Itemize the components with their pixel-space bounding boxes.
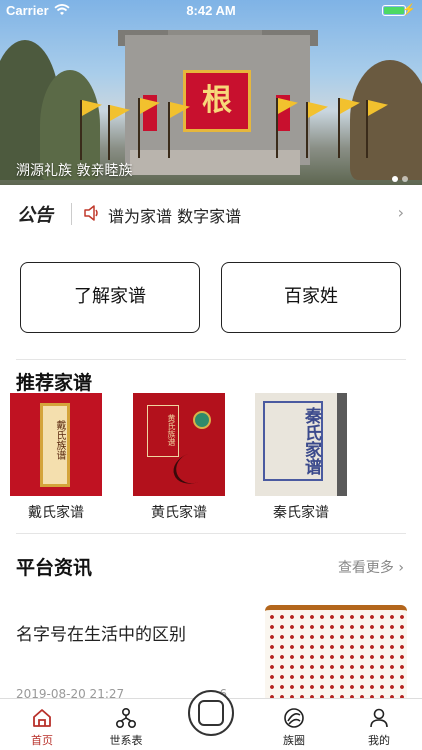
news-headline: 名字号在生活中的区别 — [16, 625, 186, 645]
book-card-dai[interactable]: 戴氏族谱 戴氏家谱 — [10, 393, 102, 522]
charging-icon: ⚡ — [402, 4, 416, 16]
book-cover-title: 秦氏家谱 — [301, 407, 321, 475]
book-label[interactable]: 秦氏家谱 — [255, 502, 347, 522]
book-cover[interactable]: 黄氏族谱 — [133, 393, 225, 496]
banner-caption: 溯源礼族 敦亲睦族 — [16, 163, 133, 179]
surnames-button[interactable]: 百家姓 — [221, 262, 401, 333]
notice-title: 公告 — [17, 205, 53, 226]
book-cover[interactable]: 秦氏家谱 — [255, 393, 347, 496]
book-label[interactable]: 戴氏家谱 — [10, 502, 102, 522]
news-title: 平台资讯 — [16, 557, 93, 579]
book-label[interactable]: 黄氏家谱 — [133, 502, 225, 522]
medal-icon — [193, 411, 211, 429]
recommended-list: 戴氏族谱 戴氏家谱 黄氏族谱 黄氏家谱 秦氏家谱 秦氏家谱 — [0, 393, 422, 529]
tab-family-tree[interactable]: 世系表 — [96, 699, 156, 750]
tab-label: 首页 — [31, 734, 53, 747]
book-icon — [198, 700, 224, 726]
carousel-dot[interactable] — [392, 176, 398, 182]
family-tree-icon — [115, 707, 137, 729]
tab-label: 我的 — [368, 734, 390, 747]
tab-center-book[interactable] — [188, 690, 234, 736]
main-content: 公告 谱为家谱 数字家谱 › 了解家谱 百家姓 推荐家谱 戴氏族谱 戴氏家谱 黄… — [0, 185, 422, 698]
tab-label: 族圈 — [283, 734, 305, 747]
book-card-qin[interactable]: 秦氏家谱 秦氏家谱 — [255, 393, 347, 522]
chevron-right-icon: › — [398, 560, 404, 576]
banner-plaque: 根 — [183, 70, 251, 132]
tab-label: 世系表 — [109, 734, 143, 747]
learn-genealogy-button[interactable]: 了解家谱 — [20, 262, 200, 333]
news-date: 2019-08-20 21:27 — [16, 687, 125, 698]
news-thumbnail[interactable] — [265, 605, 407, 698]
user-icon — [370, 708, 388, 728]
divider — [16, 533, 406, 534]
book-cover[interactable]: 戴氏族谱 — [10, 393, 102, 496]
carousel-dots[interactable] — [388, 167, 408, 185]
news-header: 平台资讯 查看更多 › — [0, 553, 422, 583]
status-bar: Carrier 8:42 AM ⚡ — [0, 0, 422, 22]
speaker-icon — [84, 205, 98, 221]
view-more-label: 查看更多 — [337, 560, 394, 576]
clock: 8:42 AM — [186, 3, 236, 18]
recommended-title: 推荐家谱 — [16, 372, 93, 394]
book-card-huang[interactable]: 黄氏族谱 黄氏家谱 — [133, 393, 225, 522]
home-icon — [33, 709, 51, 727]
notice-divider — [71, 203, 72, 225]
tab-home[interactable]: 首页 — [12, 699, 72, 750]
divider — [16, 359, 406, 360]
circle-icon — [284, 708, 304, 728]
hero-banner[interactable]: 根 溯源礼族 敦亲睦族 — [0, 0, 422, 185]
notice-text: 谱为家谱 数字家谱 — [108, 207, 242, 226]
news-item[interactable]: 名字号在生活中的区别 2019-08-20 21:27 ◉ 6 — [0, 605, 422, 698]
book-cover-title: 戴氏族谱 — [54, 420, 65, 460]
carousel-dot[interactable] — [402, 176, 408, 182]
chevron-right-icon: › — [397, 203, 404, 222]
tab-profile[interactable]: 我的 — [349, 699, 409, 750]
book-cover-title: 黄氏族谱 — [167, 414, 176, 446]
notice-bar[interactable]: 公告 谱为家谱 数字家谱 › — [0, 193, 422, 233]
tab-clan-circle[interactable]: 族圈 — [264, 699, 324, 750]
view-more-link[interactable]: 查看更多 › — [338, 557, 404, 577]
